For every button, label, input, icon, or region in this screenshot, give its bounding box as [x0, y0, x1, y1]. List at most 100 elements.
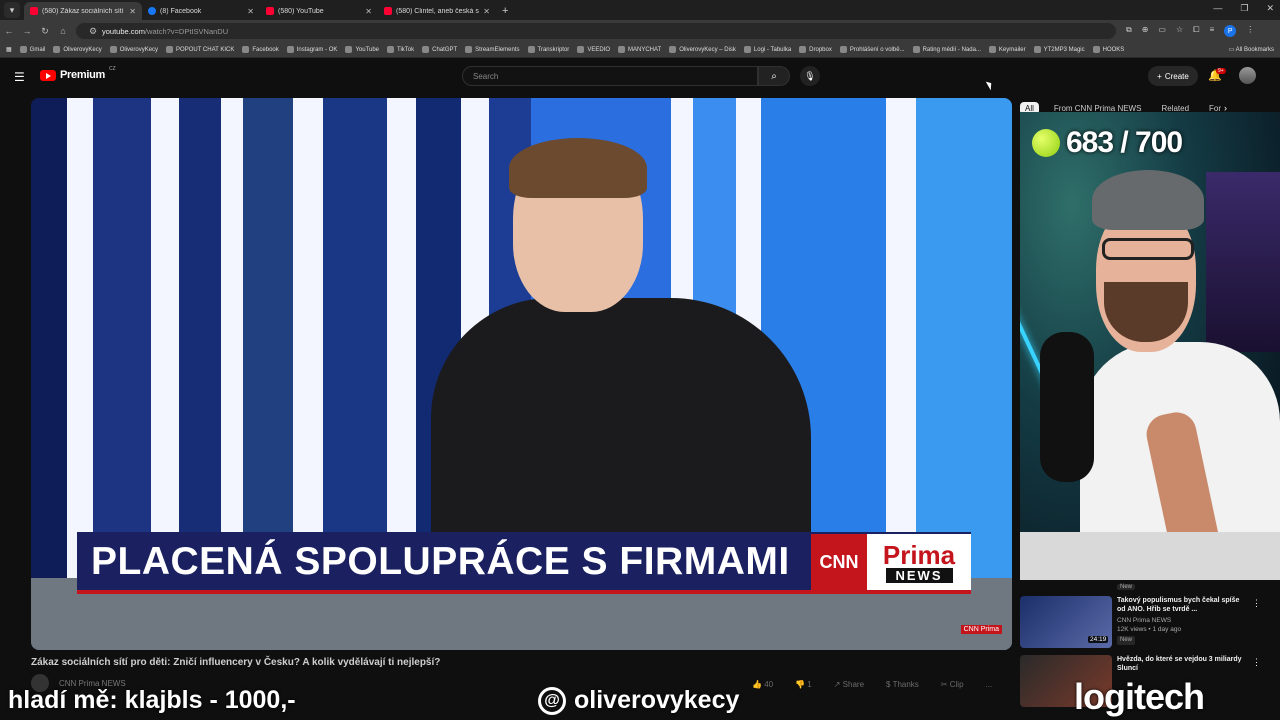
video-duration: 24:19 — [1088, 636, 1109, 643]
bookmark-item[interactable]: Instagram - OK — [286, 46, 337, 53]
drive-icon — [669, 46, 677, 53]
new-tab-button[interactable]: + — [502, 5, 508, 17]
more-vert-icon[interactable]: ⋮ — [1252, 657, 1261, 668]
restore-icon[interactable]: ❐ — [1240, 3, 1248, 14]
forward-icon[interactable]: → — [18, 26, 36, 36]
bookmark-item[interactable]: Transkriptor — [527, 46, 569, 53]
logo-text: Premium — [60, 69, 105, 81]
site-info-icon[interactable]: ⚙ — [84, 26, 102, 37]
menu-icon[interactable]: ⋮ — [1246, 25, 1254, 37]
lower-third-text: PLACENÁ SPOLUPRÁCE S FIRMAMI — [91, 540, 790, 583]
translate-icon[interactable]: ⧉ — [1126, 25, 1132, 37]
bookmark-item[interactable]: ChatGPT — [422, 46, 457, 53]
new-badge: New — [1117, 636, 1136, 645]
youtube-icon — [30, 7, 38, 15]
threads-icon: @ — [538, 686, 566, 715]
goal-counter-value: 683 / 700 — [1066, 126, 1183, 159]
close-icon[interactable]: ✕ — [483, 7, 490, 16]
tab-title: (580) YouTube — [278, 7, 324, 15]
bookmark-item[interactable]: OliverovyKecy – Disk — [669, 46, 736, 53]
account-avatar[interactable] — [1239, 67, 1256, 84]
bookmark-item[interactable]: StreamElements — [465, 46, 520, 53]
close-icon[interactable]: ✕ — [129, 7, 136, 16]
close-icon[interactable]: ✕ — [247, 7, 254, 16]
bookmark-item[interactable]: HOOKS — [1092, 46, 1124, 53]
background-shelf — [1206, 172, 1280, 352]
home-icon[interactable]: ⌂ — [54, 26, 72, 36]
recommended-video[interactable]: 24:19 Takový populismus bych čekal spíše… — [1020, 596, 1261, 652]
recommended-views: 12K views • 1 day ago — [1117, 626, 1182, 633]
zoom-icon[interactable]: ⊕ — [1142, 25, 1149, 37]
bookmark-item[interactable]: YT2MP3 Magic — [1033, 46, 1085, 53]
minimize-icon[interactable]: — — [1213, 3, 1222, 14]
facebook-icon — [242, 46, 250, 53]
cast-icon[interactable]: ▭ — [1158, 25, 1166, 37]
extensions-icon[interactable]: ⧠ — [1193, 25, 1199, 37]
like-button[interactable]: 👍 40 — [752, 680, 773, 689]
browser-tab-4[interactable]: (580) Clintel, aneb česká stopa... ✕ — [378, 2, 496, 20]
bookmark-item[interactable]: MANYCHAT — [618, 46, 661, 53]
close-window-icon[interactable]: ✕ — [1266, 3, 1274, 14]
thumbs-up-icon: 👍 — [752, 680, 765, 689]
media-icon[interactable]: ≡ — [1210, 25, 1215, 37]
thanks-button[interactable]: $ Thanks — [886, 680, 919, 689]
address-bar[interactable]: ⚙ youtube.com /watch?v=DPtISVNanDU — [76, 23, 1116, 39]
bookmark-item[interactable]: Rating médií - Nada... — [912, 46, 981, 53]
presenter-hair — [509, 138, 647, 198]
hooks-icon — [1092, 46, 1100, 53]
share-button[interactable]: ↗ Share — [834, 680, 864, 689]
voice-search-button[interactable]: 🎙 — [800, 66, 820, 86]
bookmark-item[interactable]: Prohlášení o volbě... — [839, 46, 905, 53]
bookmark-star-icon[interactable]: ☆ — [1176, 25, 1183, 37]
bookmark-item[interactable]: TikTok — [387, 46, 414, 53]
search-input[interactable]: Search — [462, 66, 758, 86]
recommended-title: Hvězda, do které se vejdou 3 miliardy Sl… — [1117, 656, 1242, 672]
menu-hamburger-icon[interactable]: ☰ — [14, 70, 25, 84]
more-actions-button[interactable]: ... — [986, 680, 993, 689]
close-icon[interactable]: ✕ — [365, 7, 372, 16]
bookmark-item[interactable]: OliverovyKecy — [109, 46, 158, 53]
bookmark-item[interactable]: VEEDIO — [577, 46, 610, 53]
all-bookmarks[interactable]: ▭ All Bookmarks — [1229, 46, 1274, 53]
reload-icon[interactable]: ↻ — [36, 26, 54, 37]
cnn-prima-news-logo: CNN Prima NEWS — [811, 534, 971, 590]
globe-icon — [912, 46, 920, 53]
youtube-icon — [53, 46, 61, 53]
browser-tab-1[interactable]: (580) Zákaz sociálních sítí pro d... ✕ — [24, 2, 142, 20]
browser-tab-3[interactable]: (580) YouTube ✕ — [260, 2, 378, 20]
browser-tab-2[interactable]: (8) Facebook ✕ — [142, 2, 260, 20]
bookmark-item[interactable]: Keymailer — [988, 46, 1026, 53]
yt2mp3-icon — [1033, 46, 1041, 53]
apps-icon[interactable]: ▦ — [6, 46, 12, 53]
chatgpt-icon — [422, 46, 430, 53]
bookmark-item[interactable]: Facebook — [242, 46, 279, 53]
profile-avatar[interactable]: P — [1224, 25, 1237, 37]
streamelements-icon — [465, 46, 473, 53]
create-button[interactable]: + Create — [1148, 66, 1198, 86]
share-icon: ↗ — [833, 680, 843, 689]
bookmark-item[interactable]: POPOUT CHAT KICK — [166, 46, 234, 53]
social-handle-overlay: @ oliverovykecy — [538, 686, 739, 715]
bookmark-item[interactable]: Gmail — [19, 46, 45, 53]
bookmark-item[interactable]: OliverovyKecy — [53, 46, 102, 53]
search-button[interactable]: ⌕ — [758, 66, 790, 86]
dislike-button[interactable]: 👎 1 — [795, 680, 812, 689]
video-player[interactable]: PLACENÁ SPOLUPRÁCE S FIRMAMI CNN Prima N… — [31, 98, 1012, 650]
tab-title: (8) Facebook — [160, 7, 202, 15]
url-host: youtube.com — [102, 26, 145, 36]
transkriptor-icon — [527, 46, 535, 53]
bookmark-item[interactable]: YouTube — [345, 46, 379, 53]
more-vert-icon[interactable]: ⋮ — [1252, 598, 1261, 609]
bookmark-item[interactable]: Logi - Tabulka — [743, 46, 791, 53]
tab-title: (580) Zákaz sociálních sítí pro d... — [42, 7, 125, 15]
tab-title: (580) Clintel, aneb česká stopa... — [396, 7, 479, 15]
tab-search-button[interactable]: ▾ — [4, 2, 20, 18]
recommended-channel[interactable]: CNN Prima NEWS — [1117, 616, 1181, 625]
youtube-premium-logo[interactable]: Premium CZ — [40, 66, 116, 81]
tennis-ball-icon — [1032, 129, 1060, 157]
veed-icon — [577, 46, 585, 53]
bookmark-item[interactable]: Dropbox — [799, 46, 832, 53]
back-icon[interactable]: ← — [0, 26, 18, 36]
gmail-icon — [19, 46, 27, 53]
clip-button[interactable]: ✂ Clip — [941, 680, 964, 689]
